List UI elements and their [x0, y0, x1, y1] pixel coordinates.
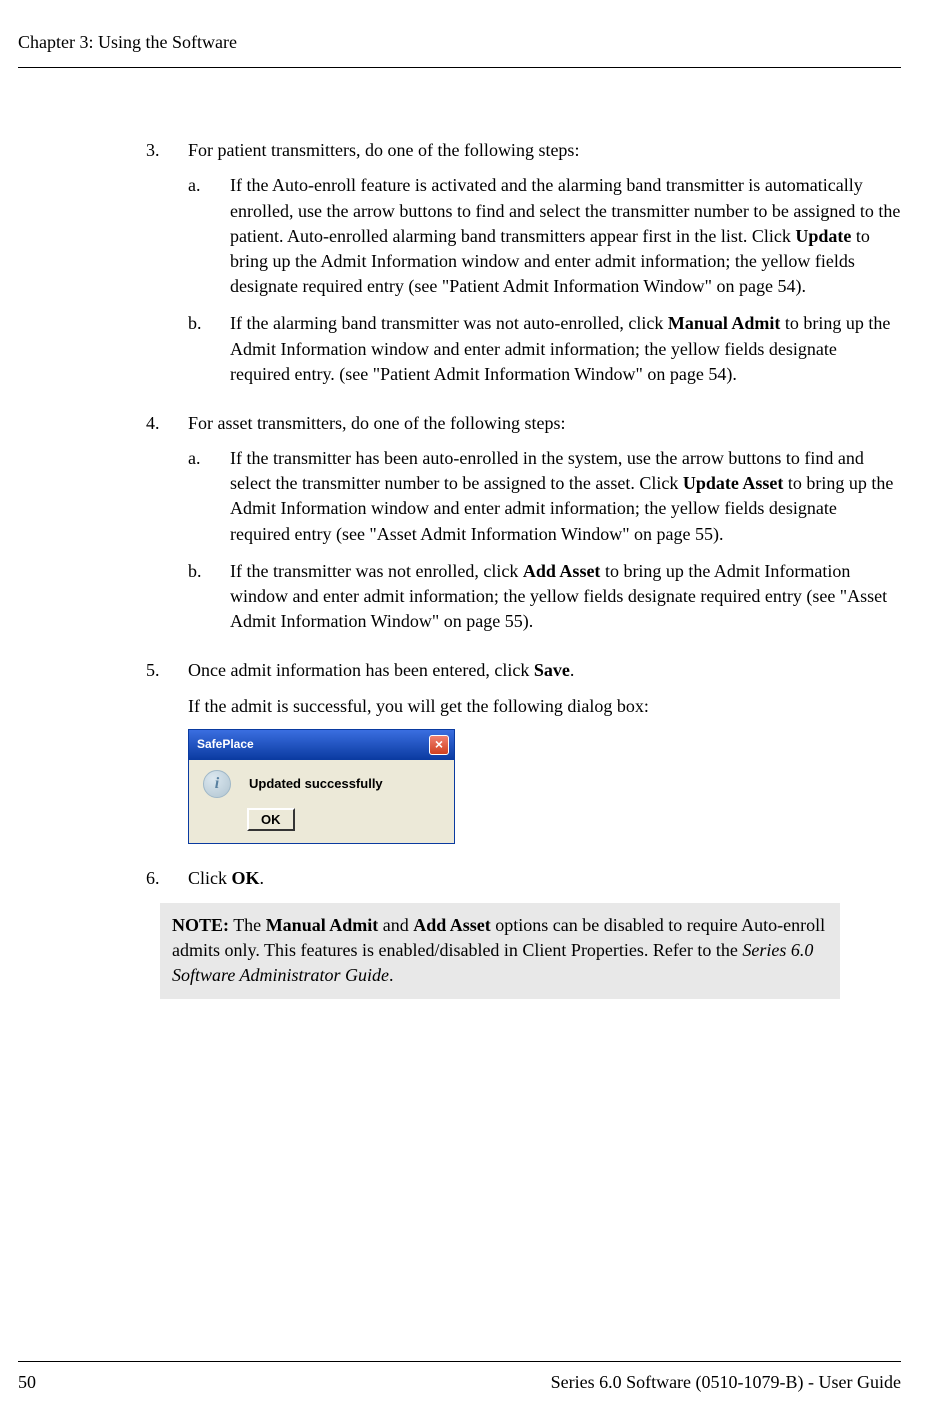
item-number: 5.	[146, 658, 188, 843]
doc-title-footer: Series 6.0 Software (0510-1079-B) - User…	[551, 1370, 901, 1395]
sub-letter: a.	[188, 446, 230, 547]
item-3-intro: For patient transmitters, do one of the …	[188, 138, 901, 163]
list-item-4b: b. If the transmitter was not enrolled, …	[188, 559, 901, 635]
chapter-title: Chapter 3: Using the Software	[18, 30, 901, 55]
item-5-line1: Once admit information has been entered,…	[188, 658, 901, 683]
list-item-5: 5. Once admit information has been enter…	[146, 658, 901, 843]
item-3b-text: If the alarming band transmitter was not…	[230, 311, 901, 387]
dialog-message: Updated successfully	[249, 775, 383, 793]
list-item-3b: b. If the alarming band transmitter was …	[188, 311, 901, 387]
item-3a-text: If the Auto-enroll feature is activated …	[230, 173, 901, 299]
item-6-text: Click OK.	[188, 866, 901, 891]
note-box: NOTE: The Manual Admit and Add Asset opt…	[160, 903, 840, 999]
list-item-4: 4. For asset transmitters, do one of the…	[146, 411, 901, 647]
close-icon[interactable]: ×	[429, 735, 449, 755]
list-item-4a: a. If the transmitter has been auto-enro…	[188, 446, 901, 547]
info-icon: i	[203, 770, 231, 798]
item-5-line2: If the admit is successful, you will get…	[188, 694, 901, 719]
content-area: 3. For patient transmitters, do one of t…	[18, 138, 901, 998]
note-label: NOTE:	[172, 915, 229, 935]
sub-letter: a.	[188, 173, 230, 299]
ok-button[interactable]: OK	[247, 808, 295, 831]
item-4-intro: For asset transmitters, do one of the fo…	[188, 411, 901, 436]
list-item-3: 3. For patient transmitters, do one of t…	[146, 138, 901, 399]
item-4b-text: If the transmitter was not enrolled, cli…	[230, 559, 901, 635]
dialog-box: SafePlace × i Updated successfully OK	[188, 729, 455, 844]
item-number: 4.	[146, 411, 188, 647]
item-4a-text: If the transmitter has been auto-enrolle…	[230, 446, 901, 547]
sub-letter: b.	[188, 559, 230, 635]
list-item-6: 6. Click OK.	[146, 866, 901, 891]
footer-divider	[18, 1361, 901, 1362]
dialog-titlebar: SafePlace ×	[189, 730, 454, 760]
item-number: 6.	[146, 866, 188, 891]
sub-letter: b.	[188, 311, 230, 387]
header-divider	[18, 67, 901, 68]
dialog-title: SafePlace	[197, 736, 254, 753]
page-footer: 50 Series 6.0 Software (0510-1079-B) - U…	[18, 1361, 901, 1395]
item-number: 3.	[146, 138, 188, 399]
page-number: 50	[18, 1370, 36, 1395]
list-item-3a: a. If the Auto-enroll feature is activat…	[188, 173, 901, 299]
